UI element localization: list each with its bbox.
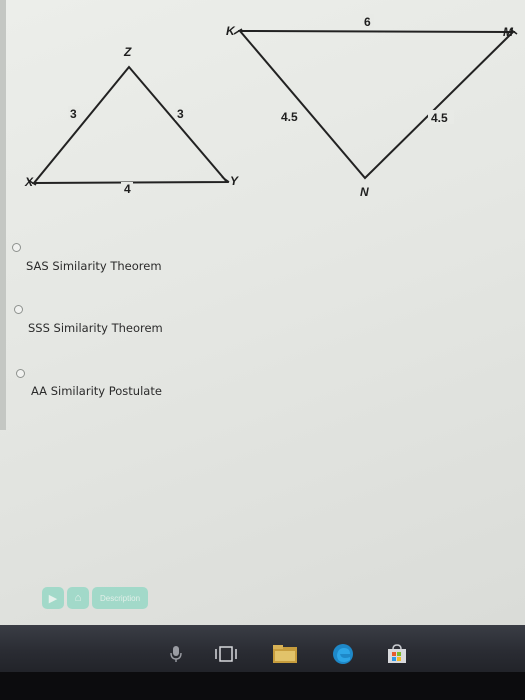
side-zy: 3 — [177, 107, 184, 121]
radio-sas[interactable] — [12, 243, 21, 252]
option-aa[interactable] — [16, 369, 25, 378]
sound-button[interactable]: ▶ — [42, 587, 64, 609]
vertex-n: N — [360, 185, 369, 199]
option-aa-label[interactable]: AA Similarity Postulate — [31, 384, 162, 398]
option-sas[interactable] — [12, 243, 21, 252]
store-icon[interactable] — [384, 643, 410, 665]
answer-toolbar: ▶ ⌂ Description — [42, 587, 149, 609]
side-xy: 4 — [124, 182, 131, 196]
edge-icon[interactable] — [330, 643, 356, 665]
description-button[interactable]: Description — [92, 587, 149, 609]
side-km: 6 — [364, 15, 371, 29]
vertex-z: Z — [123, 45, 132, 59]
side-xz: 3 — [70, 107, 77, 121]
option-sas-label[interactable]: SAS Similarity Theorem — [26, 259, 162, 273]
side-mn: 4.5 — [431, 111, 448, 125]
radio-aa[interactable] — [16, 369, 25, 378]
screen: Z X Y 3 3 4 K M N 6 4.5 4.5 SAS Similari… — [0, 0, 525, 625]
triangle-kmn — [237, 29, 516, 180]
microphone-icon[interactable] — [168, 643, 184, 665]
vertex-y: Y — [230, 174, 239, 188]
monitor-bezel — [0, 672, 525, 700]
triangle-xyz — [31, 65, 230, 185]
speaker-icon: ▶ — [48, 592, 58, 605]
home-button[interactable]: ⌂ — [67, 587, 89, 609]
file-explorer-icon[interactable] — [271, 643, 299, 665]
triangle-figure: Z X Y 3 3 4 K M N 6 4.5 4.5 — [24, 14, 518, 199]
option-sss[interactable] — [14, 305, 23, 314]
vertex-x: X — [24, 175, 34, 189]
home-icon: ⌂ — [74, 592, 82, 604]
task-view-icon[interactable] — [212, 643, 240, 665]
option-sss-label[interactable]: SSS Similarity Theorem — [28, 321, 163, 335]
radio-sss[interactable] — [14, 305, 23, 314]
vertex-m: M — [503, 25, 514, 39]
side-kn: 4.5 — [281, 110, 298, 124]
vertex-k: K — [226, 24, 236, 38]
